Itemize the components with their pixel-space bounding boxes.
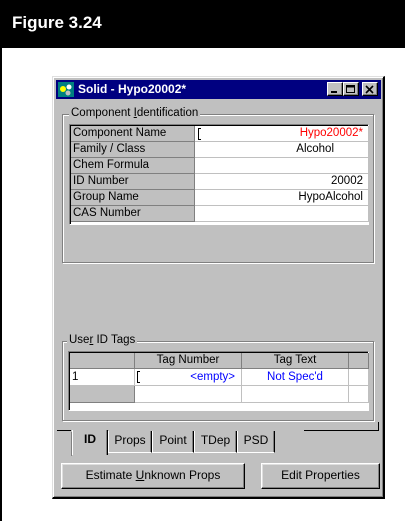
maximize-icon [346, 85, 355, 93]
prop-row-cas-number: CAS Number [71, 206, 369, 222]
prop-row-group-name: Group Name HypoAlcohol [71, 190, 369, 206]
tab-props[interactable]: Props [108, 431, 152, 453]
new-row-header [70, 386, 135, 403]
figure-title: Figure 3.24 [12, 13, 102, 32]
minimize-button[interactable] [327, 82, 343, 96]
extra-cell [349, 369, 369, 386]
minimize-icon [331, 91, 337, 93]
close-button[interactable] [362, 82, 378, 96]
row-header-corner [70, 353, 135, 369]
tag-number-header[interactable]: Tag Number [135, 353, 242, 369]
prop-row-component-name: Component Name Hypo20002* [71, 126, 369, 142]
user-id-tags-grid: Tag Number Tag Text 1 <empty> Not Spec'd [68, 351, 369, 411]
close-icon [365, 85, 374, 94]
component-identification-group: Component Identification Component Name … [62, 107, 374, 263]
figure-frame-line [0, 48, 2, 521]
solid-app-icon [58, 82, 74, 97]
maximize-button[interactable] [343, 82, 359, 96]
solid-window: Solid - Hypo20002* Component Identificat… [52, 76, 385, 499]
cas-number-field[interactable] [195, 206, 369, 222]
tag-number-cell[interactable]: <empty> [135, 369, 242, 386]
tab-point[interactable]: Point [152, 431, 194, 453]
prop-label: Component Name [71, 126, 195, 142]
row-index: 1 [70, 369, 135, 386]
new-tag-number-cell[interactable] [135, 386, 242, 403]
edit-properties-button[interactable]: Edit Properties [261, 463, 380, 489]
title-bar[interactable]: Solid - Hypo20002* [56, 80, 381, 99]
id-number-field[interactable]: 20002 [195, 174, 369, 190]
chem-formula-field[interactable] [195, 158, 369, 174]
tag-text-header[interactable]: Tag Text [242, 353, 349, 369]
component-properties-grid: Component Name Hypo20002* Family / Class… [69, 124, 369, 225]
new-extra-cell [349, 386, 369, 403]
new-tag-text-cell[interactable] [242, 386, 349, 403]
figure-header: Figure 3.24 [0, 0, 405, 48]
component-identification-label: Component Identification [69, 107, 201, 119]
text-cursor [137, 371, 140, 383]
tab-id[interactable]: ID [72, 430, 108, 455]
prop-label: Chem Formula [71, 158, 195, 174]
extra-column-header [349, 353, 369, 369]
text-cursor [198, 128, 201, 140]
window-title: Solid - Hypo20002* [78, 82, 187, 96]
prop-label: CAS Number [71, 206, 195, 222]
tab-tdep[interactable]: TDep [194, 431, 237, 453]
prop-label: Family / Class [71, 142, 195, 158]
tag-text-cell[interactable]: Not Spec'd [242, 369, 349, 386]
user-id-tags-group: User ID Tags Tag Number Tag Text 1 <empt… [62, 334, 374, 421]
prop-label: ID Number [71, 174, 195, 190]
prop-label: Group Name [71, 190, 195, 206]
prop-row-family-class: Family / Class Alcohol [71, 142, 369, 158]
tab-strip-corner [378, 422, 379, 431]
tab-strip-line [57, 430, 71, 431]
tab-strip-line-right [304, 430, 379, 431]
family-class-field[interactable]: Alcohol [195, 142, 369, 158]
group-name-field[interactable]: HypoAlcohol [195, 190, 369, 206]
estimate-unknown-props-button[interactable]: Estimate Unknown Props [61, 463, 245, 489]
tab-psd[interactable]: PSD [237, 431, 275, 453]
user-id-tags-label: User ID Tags [67, 334, 138, 346]
prop-row-chem-formula: Chem Formula [71, 158, 369, 174]
prop-row-id-number: ID Number 20002 [71, 174, 369, 190]
component-name-field[interactable]: Hypo20002* [195, 126, 369, 142]
